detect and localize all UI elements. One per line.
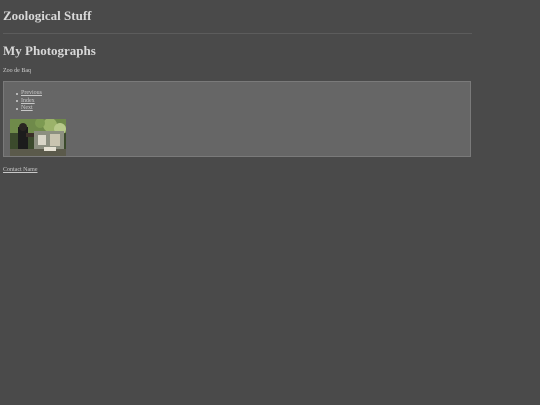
gallery-panel: Previous Index Next <box>3 81 471 157</box>
bullet-icon <box>16 92 18 95</box>
previous-link[interactable]: Previous <box>21 90 42 96</box>
nav-item-previous: Previous <box>16 90 42 98</box>
nav-item-index: Index <box>16 98 42 106</box>
page: Zoological Stuff My Photographs Zoo de B… <box>0 0 540 405</box>
nav-item-next: Next <box>16 105 42 113</box>
bullet-icon <box>16 107 18 110</box>
contact-link[interactable]: Contact Name <box>3 166 38 174</box>
page-title: My Photographs <box>3 43 96 58</box>
bullet-icon <box>16 100 18 102</box>
gallery-nav: Previous Index Next <box>16 90 42 113</box>
next-link[interactable]: Next <box>21 105 33 111</box>
page-subtitle: Zoo de Baq <box>3 68 31 74</box>
photo-thumbnail[interactable] <box>10 119 66 156</box>
index-link[interactable]: Index <box>21 98 35 104</box>
photo-image <box>10 119 66 156</box>
header-divider <box>3 33 472 34</box>
site-title: Zoological Stuff <box>3 8 92 23</box>
